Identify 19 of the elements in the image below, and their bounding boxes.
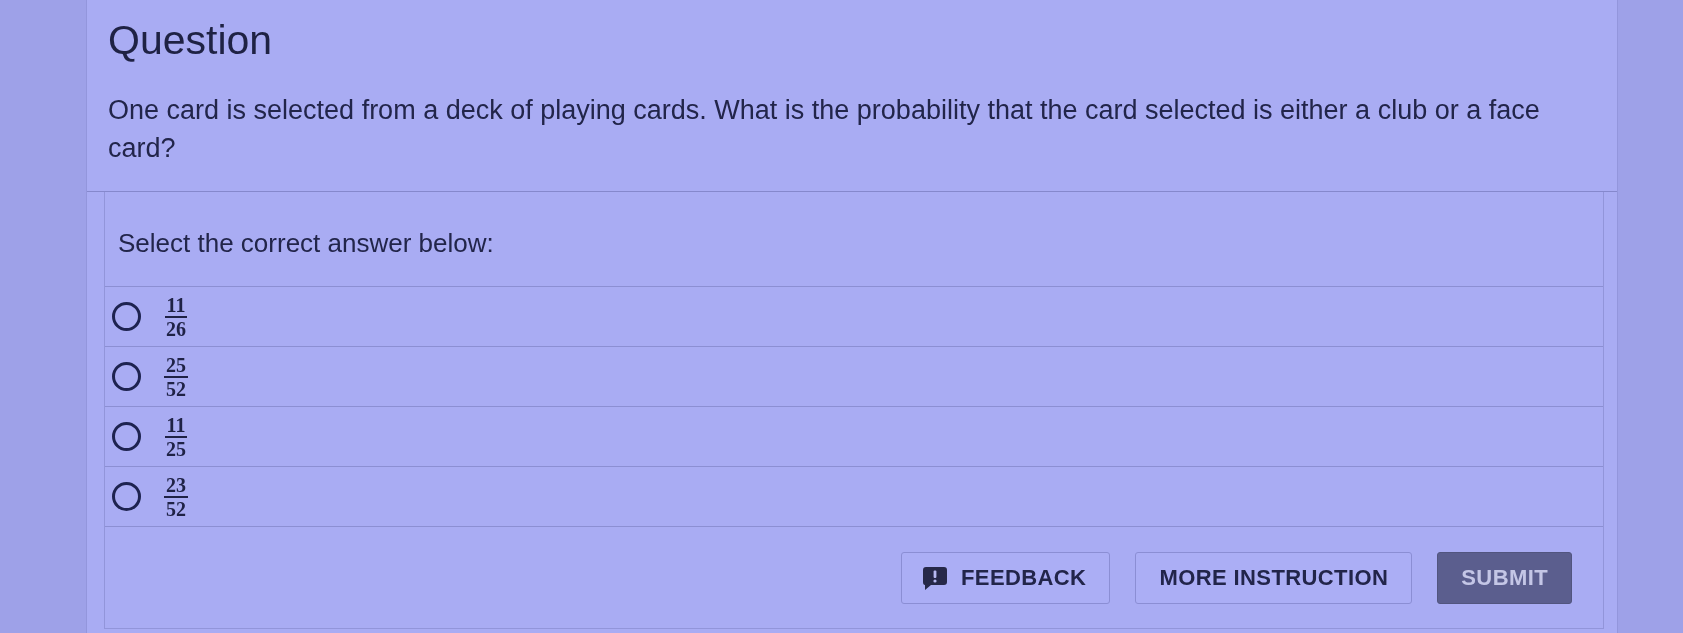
fraction-denominator: 26 xyxy=(165,317,187,339)
question-text: One card is selected from a deck of playing cards. What is the probability that the card selected is either a club or a face card? xyxy=(108,94,1541,165)
radio-button[interactable] xyxy=(112,302,141,331)
fraction-numerator: 25 xyxy=(164,354,188,378)
fraction-numerator: 11 xyxy=(164,414,188,438)
answer-instruction: Select the correct answer below: xyxy=(118,227,494,260)
feedback-button[interactable]: FEEDBACK xyxy=(901,552,1111,604)
radio-button[interactable] xyxy=(112,362,141,391)
fraction-denominator: 52 xyxy=(165,377,187,399)
fraction-numerator: 11 xyxy=(164,294,188,318)
radio-button[interactable] xyxy=(112,422,141,451)
more-instruction-button[interactable]: MORE INSTRUCTION xyxy=(1135,552,1413,604)
speech-bubble-icon xyxy=(923,566,947,590)
question-heading: Question xyxy=(108,16,274,64)
radio-button[interactable] xyxy=(112,482,141,511)
fraction-numerator: 23 xyxy=(164,474,188,498)
fraction-denominator: 25 xyxy=(165,437,187,459)
fraction-denominator: 52 xyxy=(165,497,187,519)
submit-button[interactable]: SUBMIT xyxy=(1437,552,1572,604)
